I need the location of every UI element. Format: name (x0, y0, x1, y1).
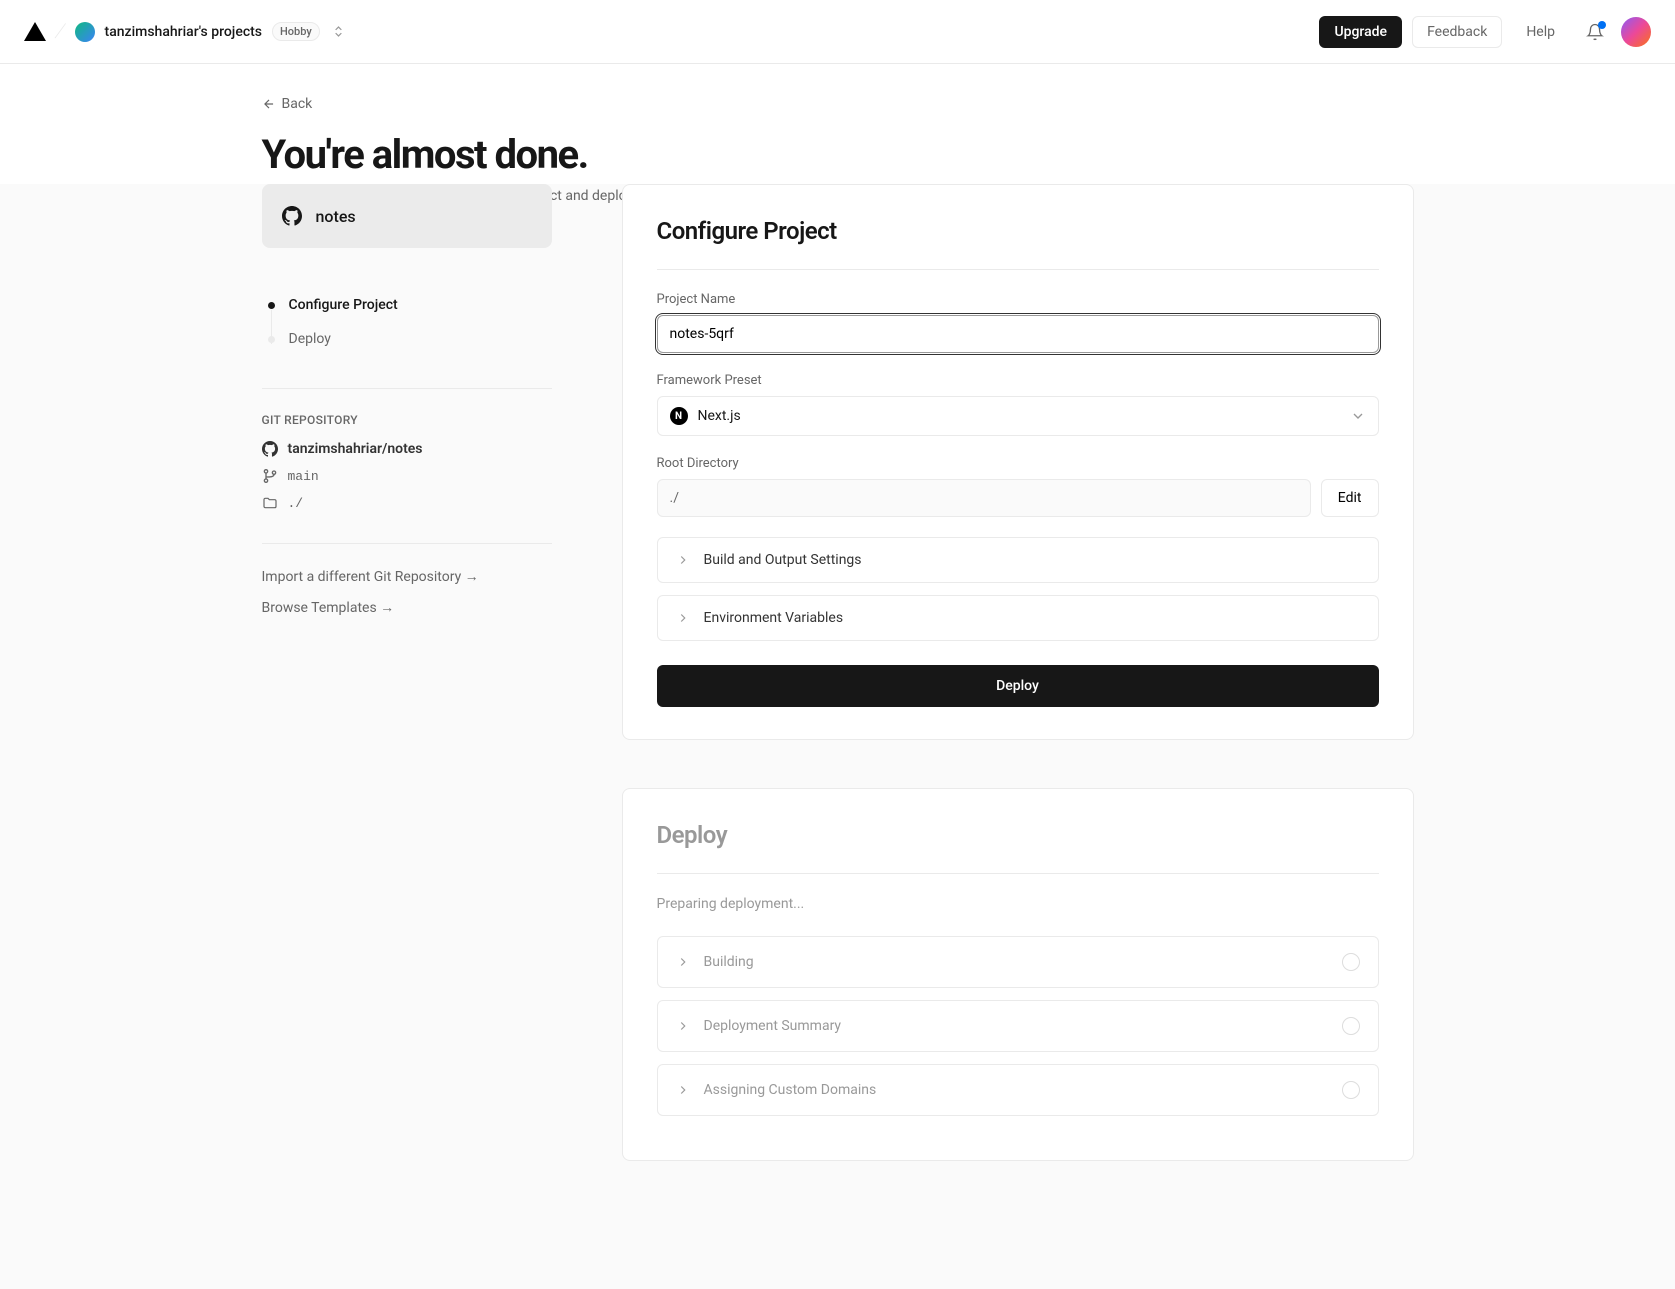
status-circle-icon (1342, 1081, 1360, 1099)
github-icon (282, 206, 302, 226)
notifications-button[interactable] (1579, 16, 1611, 48)
divider (657, 269, 1379, 270)
framework-preset-group: Framework Preset N Next.js (657, 373, 1379, 436)
directory-row: ./ (262, 495, 552, 511)
top-header: / tanzimshahriar's projects Hobby Upgrad… (0, 0, 1675, 64)
repo-path-value: tanzimshahriar/notes (288, 441, 423, 457)
team-avatar-icon (75, 22, 95, 42)
step-configure[interactable]: Configure Project (268, 288, 552, 322)
project-name-group: Project Name (657, 292, 1379, 353)
deploy-button[interactable]: Deploy (657, 665, 1379, 707)
assigning-domains-accordion[interactable]: Assigning Custom Domains (657, 1064, 1379, 1116)
help-button[interactable]: Help (1512, 17, 1569, 47)
build-output-settings-accordion[interactable]: Build and Output Settings (657, 537, 1379, 583)
back-link[interactable]: Back (262, 96, 313, 112)
chevron-right-icon (676, 1019, 690, 1033)
team-switcher[interactable]: tanzimshahriar's projects Hobby (75, 22, 345, 42)
build-step-label: Deployment Summary (704, 1018, 842, 1034)
folder-icon (262, 495, 278, 511)
build-step-label: Building (704, 954, 754, 970)
step-dot-icon (268, 336, 275, 343)
branch-value: main (288, 469, 319, 484)
configure-card-title: Configure Project (657, 217, 1379, 245)
directory-value: ./ (288, 496, 304, 511)
branch-row: main (262, 468, 552, 484)
step-label: Configure Project (289, 297, 398, 313)
git-branch-icon (262, 468, 278, 484)
main-layout: notes Configure Project Deploy GIT REPOS… (262, 184, 1414, 1209)
root-directory-input[interactable] (657, 479, 1311, 517)
root-directory-group: Root Directory Edit (657, 456, 1379, 517)
chevron-right-icon (676, 955, 690, 969)
edit-root-directory-button[interactable]: Edit (1321, 479, 1379, 517)
framework-preset-label: Framework Preset (657, 373, 1379, 388)
plan-badge: Hobby (272, 22, 320, 41)
status-circle-icon (1342, 953, 1360, 971)
project-name-label: Project Name (657, 292, 1379, 307)
header-left: / tanzimshahriar's projects Hobby (24, 19, 345, 44)
notification-dot-icon (1598, 21, 1606, 29)
building-step-accordion[interactable]: Building (657, 936, 1379, 988)
vercel-logo-icon[interactable] (24, 22, 46, 41)
sidebar: notes Configure Project Deploy GIT REPOS… (262, 184, 552, 1209)
deploy-card: Deploy Preparing deployment... Building (622, 788, 1414, 1161)
accordion-label: Build and Output Settings (704, 552, 862, 568)
git-repo-heading: GIT REPOSITORY (262, 413, 552, 427)
deploy-card-title: Deploy (657, 821, 1379, 849)
main-column: Configure Project Project Name Framework… (622, 184, 1414, 1209)
breadcrumb-slash: / (53, 18, 68, 44)
configure-project-card: Configure Project Project Name Framework… (622, 184, 1414, 740)
divider (657, 873, 1379, 874)
environment-variables-accordion[interactable]: Environment Variables (657, 595, 1379, 641)
deployment-summary-accordion[interactable]: Deployment Summary (657, 1000, 1379, 1052)
chevron-right-icon (676, 553, 690, 567)
status-circle-icon (1342, 1017, 1360, 1035)
repo-card: notes (262, 184, 552, 248)
upgrade-button[interactable]: Upgrade (1319, 16, 1402, 48)
chevron-right-icon (676, 1083, 690, 1097)
step-label: Deploy (289, 331, 331, 347)
framework-value: Next.js (698, 408, 741, 424)
repo-name-label: notes (316, 207, 356, 226)
feedback-button[interactable]: Feedback (1412, 16, 1502, 48)
repo-path-row: tanzimshahriar/notes (262, 441, 552, 457)
framework-preset-select[interactable]: N Next.js (657, 396, 1379, 436)
deploy-status-text: Preparing deployment... (657, 896, 1379, 912)
step-deploy[interactable]: Deploy (268, 322, 552, 356)
team-name-label: tanzimshahriar's projects (105, 24, 262, 40)
page-title: You're almost done. (262, 131, 1414, 178)
import-different-repo-link[interactable]: Import a different Git Repository → (262, 568, 552, 585)
chevron-right-icon (676, 611, 690, 625)
divider (262, 543, 552, 544)
scope-switcher-icon[interactable] (332, 25, 345, 38)
step-list: Configure Project Deploy (262, 288, 552, 356)
build-step-label: Assigning Custom Domains (704, 1082, 877, 1098)
back-label: Back (282, 96, 313, 112)
browse-templates-link[interactable]: Browse Templates → (262, 599, 552, 616)
main-body: notes Configure Project Deploy GIT REPOS… (0, 184, 1675, 1289)
github-icon (262, 441, 278, 457)
arrow-left-icon (262, 97, 276, 111)
header-right: Upgrade Feedback Help (1319, 16, 1651, 48)
step-dot-icon (268, 302, 275, 309)
user-avatar[interactable] (1621, 17, 1651, 47)
root-directory-label: Root Directory (657, 456, 1379, 471)
accordion-label: Environment Variables (704, 610, 844, 626)
divider (262, 388, 552, 389)
chevron-down-icon (1350, 408, 1366, 424)
project-name-input[interactable] (657, 315, 1379, 353)
nextjs-icon: N (670, 407, 688, 425)
